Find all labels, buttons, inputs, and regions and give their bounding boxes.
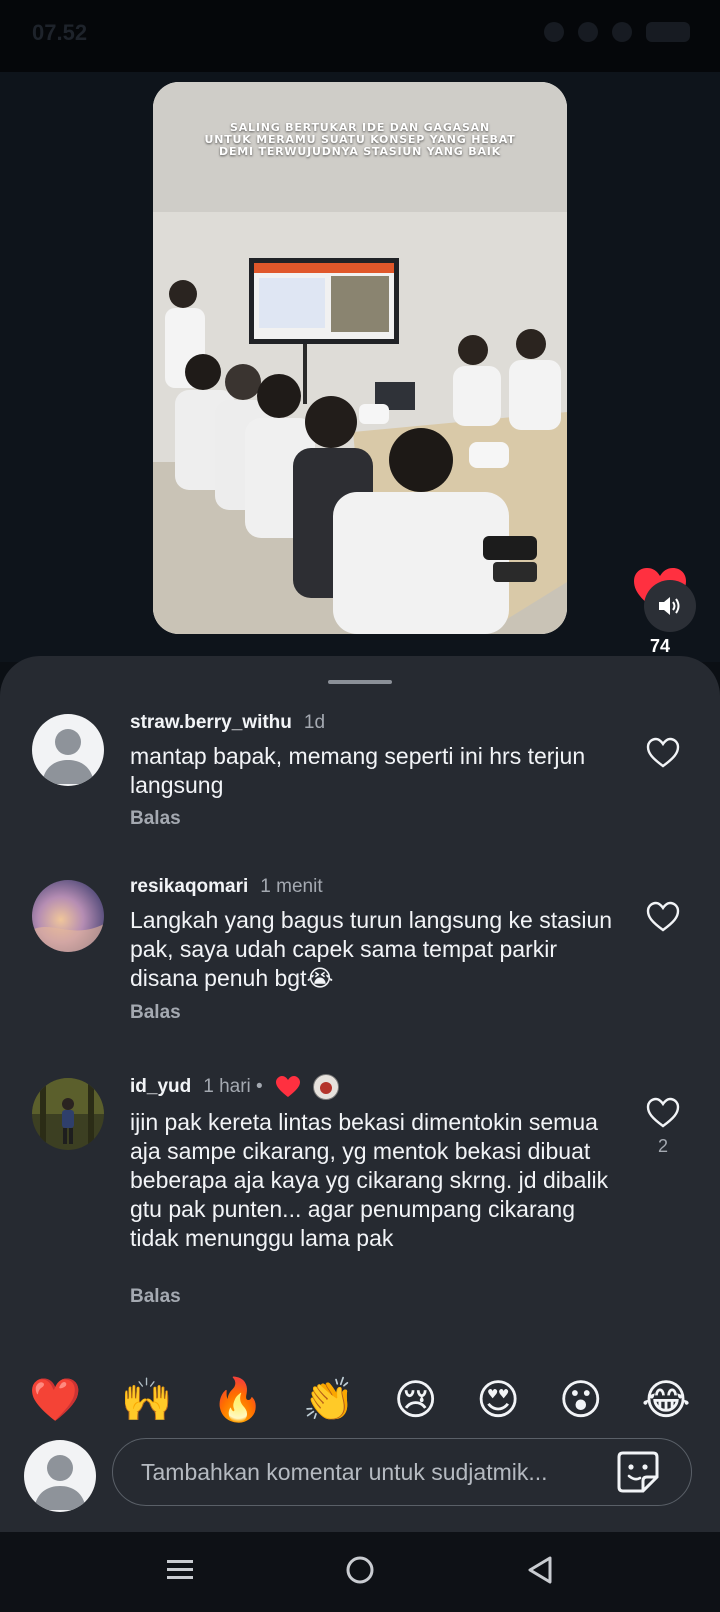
emoji-red-heart[interactable]: ❤️ xyxy=(29,1379,81,1421)
back-button[interactable] xyxy=(516,1546,564,1594)
sound-toggle-button[interactable] xyxy=(644,580,696,632)
speaker-icon xyxy=(659,597,680,615)
creator-liked-heart-icon xyxy=(275,1076,300,1097)
comment-input-container[interactable] xyxy=(112,1438,692,1506)
emoji-fire[interactable]: 🔥 xyxy=(212,1379,264,1421)
comment-header: resikaqomari 1 menit xyxy=(130,876,323,898)
emoji-raising-hands[interactable]: 🙌 xyxy=(120,1379,172,1421)
comment-header: id_yud 1 hari • xyxy=(130,1074,339,1100)
home-button[interactable] xyxy=(336,1546,384,1594)
creator-avatar-icon xyxy=(312,1074,339,1100)
comment-time: 1 menit xyxy=(260,876,323,897)
default-avatar-icon xyxy=(32,714,104,786)
emoji-crying-face[interactable]: 😢 xyxy=(394,1379,438,1421)
comment-username[interactable]: straw.berry_withu xyxy=(130,712,292,734)
video-frame-illustration xyxy=(153,82,567,634)
status-time: 07.52 xyxy=(32,20,88,45)
sheet-drag-handle[interactable] xyxy=(328,680,392,684)
reply-button[interactable]: Balas xyxy=(130,1286,181,1308)
sticker-icon[interactable] xyxy=(615,1449,661,1495)
reply-button[interactable]: Balas xyxy=(130,1002,181,1024)
recents-button[interactable] xyxy=(156,1546,204,1594)
status-icons xyxy=(544,22,690,42)
emoji-surprised-face[interactable]: 😮 xyxy=(559,1379,603,1421)
comment-text: mantap bapak, memang seperti ini hrs ter… xyxy=(130,743,586,798)
user-photo-avatar xyxy=(32,1078,104,1150)
default-avatar-icon xyxy=(24,1440,96,1512)
system-nav-bar xyxy=(0,1532,720,1612)
avatar[interactable] xyxy=(32,714,104,786)
video-caption: SALING BERTUKAR IDE DAN GAGASAN UNTUK ME… xyxy=(204,121,516,158)
comment-username[interactable]: id_yud xyxy=(130,1076,191,1098)
comment-text: ijin pak kereta lintas bekasi dimentokin… xyxy=(130,1109,609,1251)
status-bar: 07.52 xyxy=(0,0,720,72)
battery-icon xyxy=(646,22,690,42)
heart-outline-icon[interactable] xyxy=(646,1096,680,1130)
comment-input[interactable] xyxy=(139,1439,583,1505)
comment-text: Langkah yang bagus turun langsung ke sta… xyxy=(130,907,613,991)
my-avatar xyxy=(24,1440,96,1512)
triangle-back-icon xyxy=(528,1556,552,1584)
comment-like-count: 2 xyxy=(657,1136,668,1156)
avatar[interactable] xyxy=(32,1078,104,1150)
emoji-tears-of-joy[interactable]: 😂 xyxy=(641,1379,690,1421)
emoji-heart-eyes[interactable]: 😍 xyxy=(476,1379,520,1421)
comment-username[interactable]: resikaqomari xyxy=(130,876,248,898)
avatar[interactable] xyxy=(32,880,104,952)
heart-outline-icon[interactable] xyxy=(646,900,680,934)
comment-header: straw.berry_withu 1d xyxy=(130,712,325,734)
signal-icon xyxy=(578,22,598,42)
comment-time: 1d xyxy=(303,712,326,733)
emoji-clapping-hands[interactable]: 👏 xyxy=(303,1379,355,1421)
comment-composer xyxy=(0,1436,720,1532)
emoji-reaction-bar: ❤️ 🙌 🔥 👏 😢 😍 😮 😂 xyxy=(0,1364,720,1436)
circle-home-icon xyxy=(346,1556,374,1584)
user-photo-avatar xyxy=(32,880,104,952)
reply-button[interactable]: Balas xyxy=(130,808,181,830)
heart-outline-icon[interactable] xyxy=(646,736,680,770)
signal-icon xyxy=(612,22,632,42)
reel-video[interactable]: SALING BERTUKAR IDE DAN GAGASAN UNTUK ME… xyxy=(153,82,567,634)
wifi-icon xyxy=(544,22,564,42)
comment-time: 1 hari • xyxy=(203,1076,263,1097)
post-like-count: 74 xyxy=(649,636,671,656)
menu-lines-icon xyxy=(167,1560,193,1579)
